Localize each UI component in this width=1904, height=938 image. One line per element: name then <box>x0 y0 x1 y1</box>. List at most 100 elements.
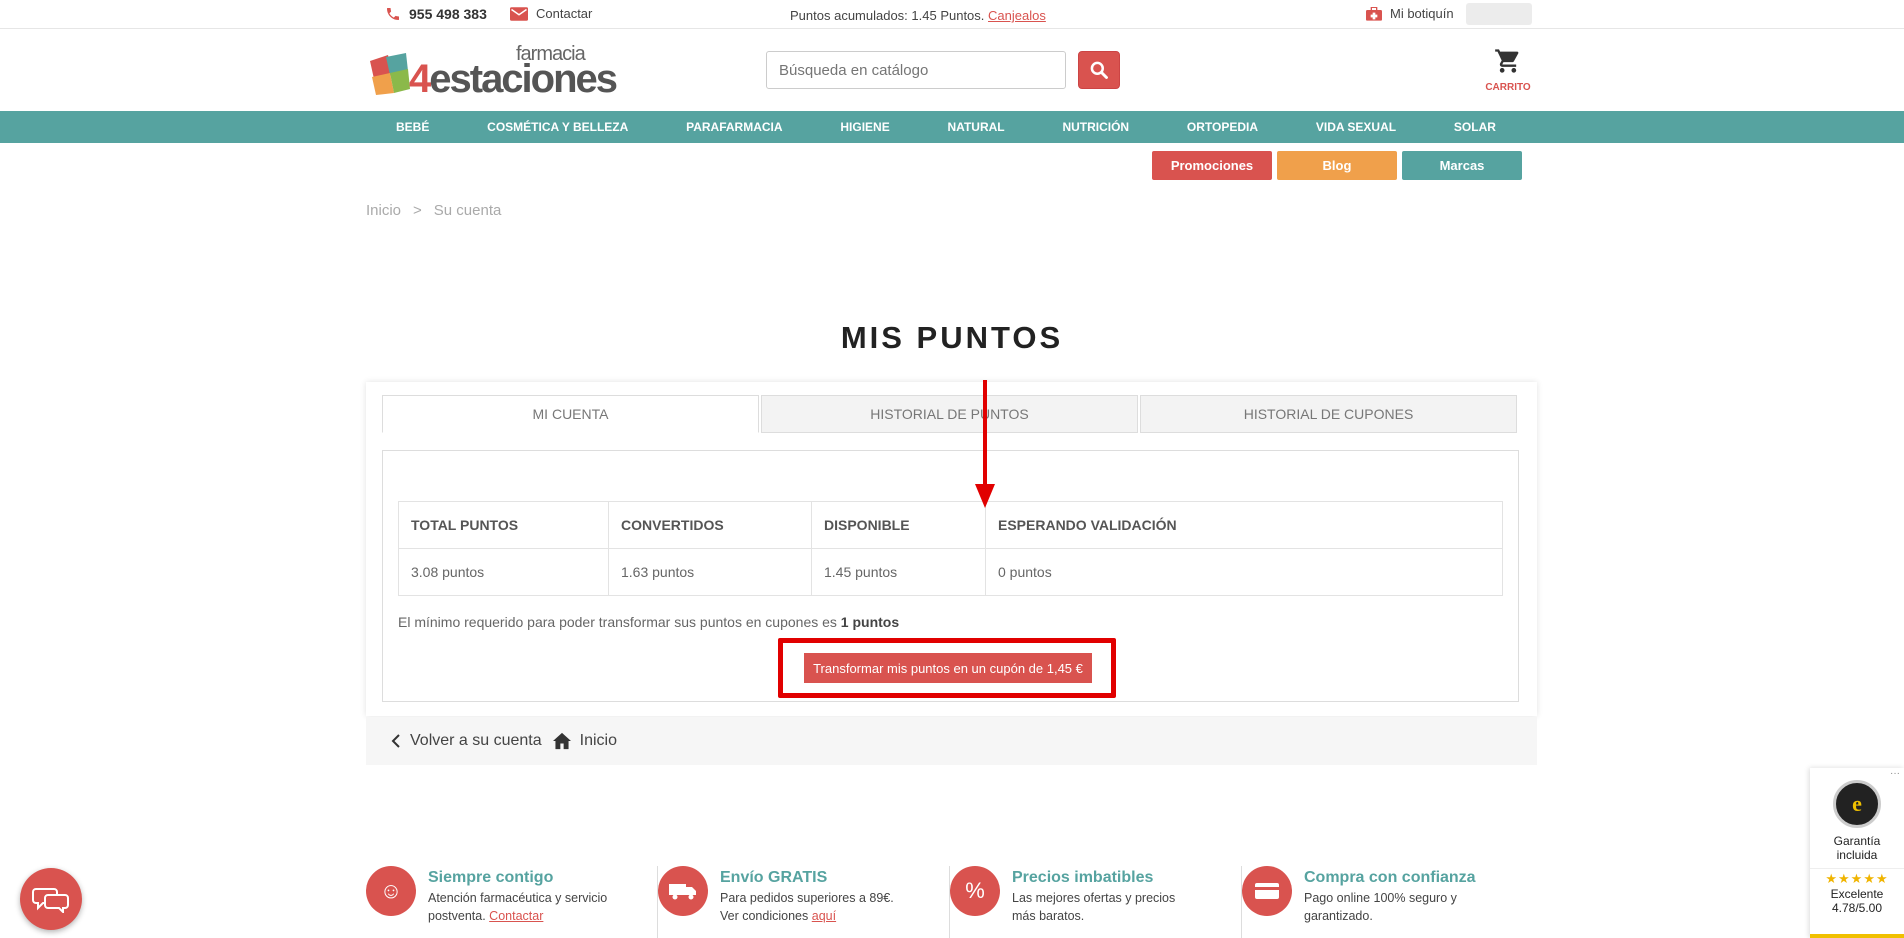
tab-mi-cuenta[interactable]: MI CUENTA <box>382 395 759 433</box>
feature-line: Para pedidos superiores a 89€. <box>720 891 894 905</box>
chevron-left-icon <box>391 734 400 748</box>
back-label: Volver a su cuenta <box>410 732 542 749</box>
logo-word: 4estaciones <box>409 57 618 102</box>
conditions-link[interactable]: aquí <box>812 909 836 923</box>
cart-button[interactable]: CARRITO <box>1484 47 1532 93</box>
user-name-blurred[interactable] <box>1466 3 1532 25</box>
nav-item-parafarmacia[interactable]: PARAFARMACIA <box>686 120 782 134</box>
value-disponible: 1.45 puntos <box>811 548 986 596</box>
rating-stars: ★★★★★ <box>1810 868 1904 887</box>
home-label: Inicio <box>579 732 617 749</box>
feature-line: Las mejores ofertas y precios <box>1012 891 1176 905</box>
phone-number: 955 498 383 <box>409 6 487 22</box>
trusted-seal-icon: e <box>1833 780 1881 828</box>
home-icon <box>552 732 571 750</box>
discount-icon: % <box>950 866 1000 916</box>
truck-icon <box>658 866 708 916</box>
points-tabs: MI CUENTA HISTORIAL DE PUNTOS HISTORIAL … <box>382 395 1517 433</box>
logo-estaciones: estaciones <box>429 57 618 101</box>
feature-line: garantizado. <box>1304 909 1373 923</box>
mail-icon <box>510 6 528 21</box>
highlight-box <box>778 638 1116 698</box>
promociones-button[interactable]: Promociones <box>1152 151 1272 180</box>
feature-title: Envío GRATIS <box>720 869 828 886</box>
search-input[interactable] <box>766 51 1066 89</box>
page: 955 498 383 Contactar Puntos acumulados:… <box>0 0 1904 938</box>
points-table: TOTAL PUNTOS CONVERTIDOS DISPONIBLE ESPE… <box>398 501 1503 596</box>
marcas-button[interactable]: Marcas <box>1402 151 1522 180</box>
quick-links: Promociones Blog Marcas <box>1152 151 1522 180</box>
guarantee-line1: Garantía <box>1833 834 1881 848</box>
feature-line: postventa. <box>428 909 486 923</box>
value-convertidos: 1.63 puntos <box>608 548 812 596</box>
table-row: 3.08 puntos 1.63 puntos 1.45 puntos 0 pu… <box>398 548 1503 596</box>
nav-item-nutricion[interactable]: NUTRICIÓN <box>1062 120 1129 134</box>
payment-icon <box>1242 866 1292 916</box>
feature-text: Para pedidos superiores a 89€. Ver condic… <box>720 889 894 925</box>
botiquin-label: Mi botiquín <box>1390 6 1454 21</box>
feature-text: Atención farmacéutica y servicio postvent… <box>428 889 607 925</box>
back-bar: Volver a su cuenta Inicio <box>366 717 1537 765</box>
back-to-account-link[interactable]: Volver a su cuenta <box>390 732 542 750</box>
guarantee-line2: incluida <box>1836 848 1878 862</box>
nav-item-bebe[interactable]: BEBÉ <box>396 120 429 134</box>
annotation-arrow-icon <box>975 380 995 508</box>
feature-siempre-contigo: ☺ Siempre contigo Atención farmacéutica … <box>366 866 658 938</box>
feature-line: más baratos. <box>1012 909 1085 923</box>
header-esperando-validacion: ESPERANDO VALIDACIÓN <box>985 501 1503 549</box>
search-button[interactable] <box>1078 51 1120 89</box>
blog-button[interactable]: Blog <box>1277 151 1397 180</box>
header-convertidos: CONVERTIDOS <box>608 501 812 549</box>
breadcrumb-separator: > <box>413 202 422 219</box>
header-disponible: DISPONIBLE <box>811 501 986 549</box>
nav-item-vida-sexual[interactable]: VIDA SEXUAL <box>1316 120 1396 134</box>
contact-label: Contactar <box>536 6 593 21</box>
minimum-value: 1 puntos <box>840 614 900 630</box>
tab-historial-puntos[interactable]: HISTORIAL DE PUNTOS <box>761 395 1138 433</box>
nav-item-ortopedia[interactable]: ORTOPEDIA <box>1187 120 1258 134</box>
feature-text: Las mejores ofertas y precios más baratos… <box>1012 889 1175 925</box>
header-total-puntos: TOTAL PUNTOS <box>398 501 609 549</box>
feature-title: Siempre contigo <box>428 869 554 886</box>
breadcrumb-current[interactable]: Su cuenta <box>434 202 502 219</box>
nav-item-solar[interactable]: SOLAR <box>1454 120 1496 134</box>
value-total-puntos: 3.08 puntos <box>398 548 609 596</box>
breadcrumb: Inicio > Su cuenta <box>366 202 501 219</box>
breadcrumb-home[interactable]: Inicio <box>366 202 401 219</box>
value-esperando-validacion: 0 puntos <box>985 548 1503 596</box>
feature-envio-gratis: Envío GRATIS Para pedidos superiores a 8… <box>658 866 950 938</box>
phone-icon <box>387 8 399 20</box>
page-title: MIS PUNTOS <box>840 320 1064 355</box>
botiquin-link[interactable]: Mi botiquín <box>1366 6 1454 21</box>
contactar-link[interactable]: Contactar <box>489 909 543 923</box>
minimum-text: El mínimo requerido para poder transform… <box>398 614 837 630</box>
chat-button[interactable] <box>20 868 82 930</box>
contact-link[interactable]: Contactar <box>510 6 592 21</box>
logo[interactable]: farmacia 4estaciones <box>366 41 618 101</box>
logo-four: 4 <box>409 57 431 101</box>
rating-label: Excelente <box>1830 887 1884 901</box>
header: farmacia 4estaciones CARRITO <box>0 29 1904 111</box>
minimum-requirement: El mínimo requerido para poder transform… <box>398 614 899 630</box>
nav-item-higiene[interactable]: HIGIENE <box>840 120 889 134</box>
feature-line: Ver condiciones <box>720 909 809 923</box>
cart-label: CARRITO <box>1485 82 1531 93</box>
main-nav: BEBÉ COSMÉTICA Y BELLEZA PARAFARMACIA HI… <box>0 111 1904 143</box>
pharmacist-icon: ☺ <box>366 866 416 916</box>
home-link[interactable]: Inicio <box>552 732 617 750</box>
trusted-shops-badge[interactable]: ··· e Garantía incluida ★★★★★ Excelente … <box>1810 768 1904 938</box>
nav-item-natural[interactable]: NATURAL <box>948 120 1005 134</box>
rating-value: 4.78/5.00 <box>1831 901 1883 915</box>
tab-historial-cupones[interactable]: HISTORIAL DE CUPONES <box>1140 395 1517 433</box>
cart-icon <box>1495 49 1519 73</box>
search-icon <box>1090 61 1108 79</box>
more-icon[interactable]: ··· <box>1890 768 1900 779</box>
feature-precios: % Precios imbatibles Las mejores ofertas… <box>950 866 1242 938</box>
redeem-link[interactable]: Canjealos <box>988 8 1046 23</box>
feature-line: Atención farmacéutica y servicio <box>428 891 608 905</box>
points-text: Puntos acumulados: 1.45 Puntos. <box>790 8 985 23</box>
phone-link[interactable]: 955 498 383 <box>385 6 487 22</box>
nav-item-cosmetica[interactable]: COSMÉTICA Y BELLEZA <box>487 120 628 134</box>
features-strip: ☺ Siempre contigo Atención farmacéutica … <box>366 866 1536 938</box>
feature-compra-confianza: Compra con confianza Pago online 100% se… <box>1242 866 1534 938</box>
